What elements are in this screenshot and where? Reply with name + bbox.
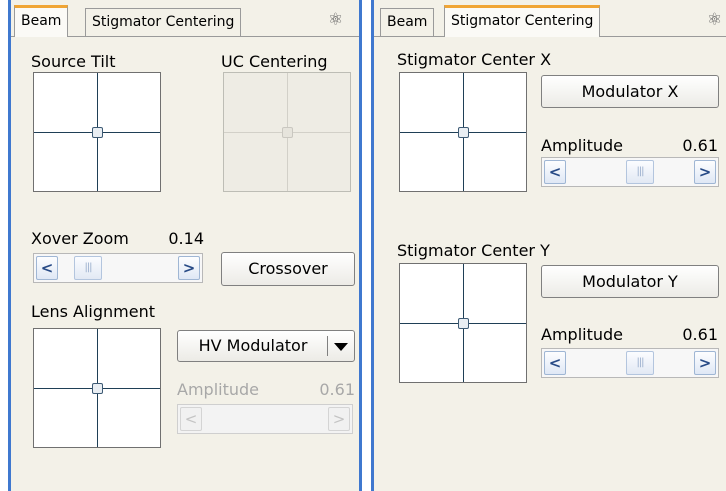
stigmator-center-y-pad[interactable] <box>399 263 527 383</box>
scroll-right-arrow[interactable]: > <box>694 160 716 184</box>
pad-handle <box>282 127 293 138</box>
amplitude-x-label: Amplitude <box>541 136 623 155</box>
amplitude-x-value: 0.61 <box>682 136 718 155</box>
tab-stigmator-centering[interactable]: Stigmator Centering <box>85 8 242 36</box>
pad-handle[interactable] <box>92 383 103 394</box>
modulator-select[interactable]: HV Modulator <box>177 330 355 362</box>
atom-icon[interactable]: ⚛ <box>707 10 722 30</box>
amplitude-slider: < > <box>177 404 353 434</box>
stigmator-center-x-pad[interactable] <box>399 72 527 192</box>
amplitude-label: Amplitude <box>177 380 259 399</box>
amplitude-y-label: Amplitude <box>541 325 623 344</box>
chevron-down-icon[interactable] <box>334 343 348 351</box>
uc-centering-label: UC Centering <box>221 52 328 71</box>
source-tilt-label: Source Tilt <box>31 52 116 71</box>
xover-zoom-label: Xover Zoom <box>31 229 129 248</box>
amplitude-y-value: 0.61 <box>682 325 718 344</box>
amplitude-y-thumb[interactable]: ||| <box>626 351 654 375</box>
scroll-left-arrow: < <box>180 407 202 431</box>
scroll-right-arrow: > <box>328 407 350 431</box>
pad-handle[interactable] <box>92 127 103 138</box>
amplitude-y-slider[interactable]: < ||| > <box>541 348 719 378</box>
lens-alignment-pad[interactable] <box>33 328 161 448</box>
select-divider <box>327 336 328 356</box>
scroll-left-arrow[interactable]: < <box>36 256 58 280</box>
atom-icon[interactable]: ⚛ <box>328 10 343 30</box>
tab-stigmator-centering[interactable]: Stigmator Centering <box>444 5 601 37</box>
stigmator-center-y-label: Stigmator Center Y <box>397 241 550 260</box>
source-tilt-pad[interactable] <box>33 72 161 192</box>
xover-zoom-value: 0.14 <box>168 229 204 248</box>
amplitude-value: 0.61 <box>319 380 355 399</box>
xover-zoom-slider[interactable]: < ||| > <box>33 253 203 283</box>
lens-alignment-label: Lens Alignment <box>31 302 156 321</box>
pad-handle[interactable] <box>458 318 469 329</box>
crossover-button[interactable]: Crossover <box>221 252 355 286</box>
pad-handle[interactable] <box>458 127 469 138</box>
tab-beam[interactable]: Beam <box>380 8 435 36</box>
tab-beam[interactable]: Beam <box>14 5 69 37</box>
stigmator-panel: Beam Stigmator Centering ⚛ Stigmator Cen… <box>371 0 726 491</box>
amplitude-x-thumb[interactable]: ||| <box>626 160 654 184</box>
tab-bar: Beam Stigmator Centering ⚛ <box>11 0 359 37</box>
xover-zoom-thumb[interactable]: ||| <box>74 256 102 280</box>
scroll-left-arrow[interactable]: < <box>544 351 566 375</box>
stigmator-center-x-label: Stigmator Center X <box>397 50 552 69</box>
modulator-y-button[interactable]: Modulator Y <box>541 265 719 298</box>
amplitude-x-slider[interactable]: < ||| > <box>541 157 719 187</box>
modulator-select-value: HV Modulator <box>198 336 308 355</box>
scroll-right-arrow[interactable]: > <box>178 256 200 280</box>
beam-panel: Beam Stigmator Centering ⚛ Source Tilt U… <box>8 0 362 491</box>
uc-centering-pad <box>223 72 351 192</box>
scroll-right-arrow[interactable]: > <box>694 351 716 375</box>
tab-bar: Beam Stigmator Centering ⚛ <box>374 0 726 37</box>
modulator-x-button[interactable]: Modulator X <box>541 75 719 108</box>
scroll-left-arrow[interactable]: < <box>544 160 566 184</box>
